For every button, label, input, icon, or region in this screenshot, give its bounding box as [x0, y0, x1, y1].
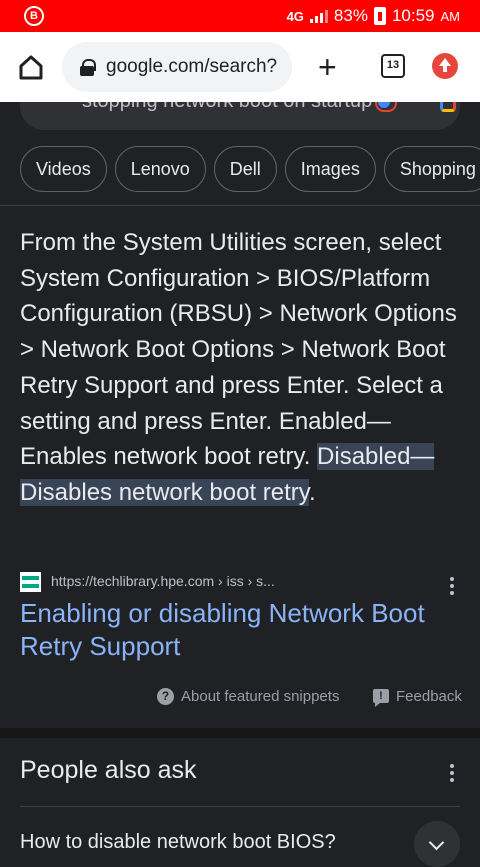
chip-shopping[interactable]: Shopping: [383, 146, 480, 192]
update-icon[interactable]: [432, 53, 458, 79]
chip-lenovo[interactable]: Lenovo: [114, 146, 206, 192]
url-text: google.com/search?: [106, 56, 278, 77]
tab-switcher-button[interactable]: 13: [381, 54, 405, 78]
home-icon[interactable]: [18, 54, 44, 80]
help-icon: ?: [157, 687, 174, 705]
result-more-icon[interactable]: [450, 577, 454, 595]
source-domain: https://techlibrary.hpe.com: [51, 573, 215, 589]
divider: [0, 205, 480, 206]
feedback-link[interactable]: ! Feedback: [373, 686, 462, 707]
paa-divider: [20, 806, 460, 807]
hpe-favicon-icon: [20, 572, 41, 592]
new-tab-icon[interactable]: +: [318, 51, 337, 83]
result-source[interactable]: https://techlibrary.hpe.com › iss › s...: [20, 570, 460, 594]
source-path: › iss › s...: [214, 573, 275, 589]
battery-percent: 83%: [333, 6, 368, 25]
lock-icon: [80, 59, 96, 76]
paa-more-icon[interactable]: [450, 764, 454, 782]
paa-question[interactable]: How to disable network boot BIOS?: [20, 831, 336, 854]
about-snippets-link[interactable]: ? About featured snippets: [157, 686, 339, 706]
chip-videos[interactable]: Videos: [20, 146, 107, 192]
chip-images[interactable]: Images: [284, 146, 376, 192]
feedback-label: Feedback: [396, 687, 462, 705]
url-bar[interactable]: google.com/search?: [62, 42, 292, 92]
app-notification-icon: B: [24, 6, 44, 26]
result-title-link[interactable]: Enabling or disabling Network Boot Retry…: [20, 597, 460, 663]
network-type: 4G: [286, 8, 304, 24]
about-label: About featured snippets: [181, 687, 340, 705]
status-bar: B 4G 83% 10:59 AM: [0, 0, 480, 32]
chevron-down-icon[interactable]: [414, 821, 460, 867]
snippet-body: From the System Utilities screen, select…: [20, 229, 457, 471]
status-right: 4G 83% 10:59 AM: [287, 6, 460, 26]
filter-chips: Videos Lenovo Dell Images Shopping: [20, 146, 480, 192]
browser-toolbar: google.com/search? + 13: [0, 32, 480, 102]
feedback-icon: !: [373, 689, 389, 707]
source-url: https://techlibrary.hpe.com › iss › s...: [51, 573, 275, 589]
featured-snippet-text: From the System Utilities screen, select…: [20, 225, 460, 511]
snippet-end: .: [309, 478, 316, 506]
section-divider: [0, 728, 480, 738]
clock-ampm: AM: [440, 8, 461, 24]
battery-icon: [373, 7, 386, 25]
people-also-ask-title: People also ask: [20, 756, 197, 784]
chip-dell[interactable]: Dell: [213, 146, 277, 192]
clock: 10:59: [391, 6, 435, 25]
signal-icon: [309, 9, 328, 23]
